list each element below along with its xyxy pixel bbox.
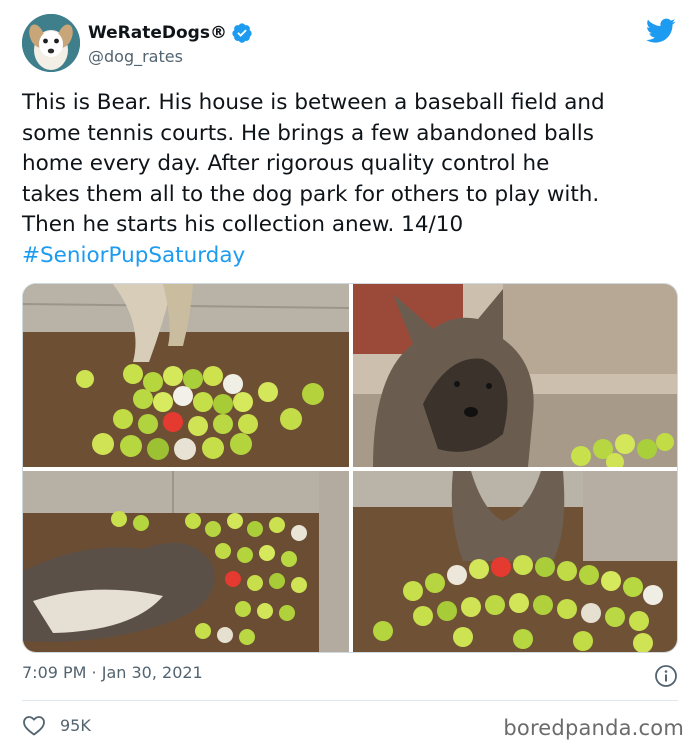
twitter-bird-icon[interactable] <box>646 18 676 44</box>
display-name[interactable]: WeRateDogs® <box>88 23 227 43</box>
user-info: WeRateDogs® @dog_rates <box>88 22 253 66</box>
handle[interactable]: @dog_rates <box>88 47 253 66</box>
tweet-card: WeRateDogs® @dog_rates This is Bear. His… <box>0 0 700 755</box>
tweet-text-line: home every day. After rigorous quality c… <box>22 151 550 176</box>
heart-icon[interactable] <box>22 714 46 736</box>
verified-badge-icon <box>232 23 252 43</box>
name-row: WeRateDogs® <box>88 22 253 44</box>
tweet-text: This is Bear. His house is between a bas… <box>22 88 682 271</box>
tweet-photo[interactable] <box>23 284 349 467</box>
photo-grid <box>22 283 678 653</box>
photo-dog-lying <box>23 471 349 652</box>
tweet-photo[interactable] <box>353 471 677 652</box>
divider <box>22 700 678 701</box>
photo-dog-portrait <box>353 284 677 467</box>
tweet-text-line: Then he starts his collection anew. 14/1… <box>22 212 464 237</box>
tweet-text-line: some tennis courts. He brings a few aban… <box>22 120 594 146</box>
tweet-text-line: This is Bear. His house is between a bas… <box>22 90 605 115</box>
tweet-text-line: takes them all to the dog park for other… <box>22 181 600 207</box>
info-icon[interactable] <box>654 664 678 688</box>
tweet-photo[interactable] <box>353 284 677 467</box>
tweet-photo[interactable] <box>23 471 349 652</box>
photo-dog-sitting <box>353 471 677 652</box>
avatar[interactable] <box>22 14 80 72</box>
photo-dog-legs-balls <box>23 284 349 467</box>
dog-avatar-icon <box>22 14 80 72</box>
like-count: 95K <box>60 715 91 735</box>
like-action[interactable]: 95K <box>22 714 91 736</box>
hashtag-link[interactable]: #SeniorPupSaturday <box>22 241 682 272</box>
tweet-timestamp[interactable]: 7:09 PM · Jan 30, 2021 <box>22 663 203 682</box>
watermark: boredpanda.com <box>503 716 684 740</box>
tweet-header: WeRateDogs® @dog_rates <box>22 14 678 76</box>
